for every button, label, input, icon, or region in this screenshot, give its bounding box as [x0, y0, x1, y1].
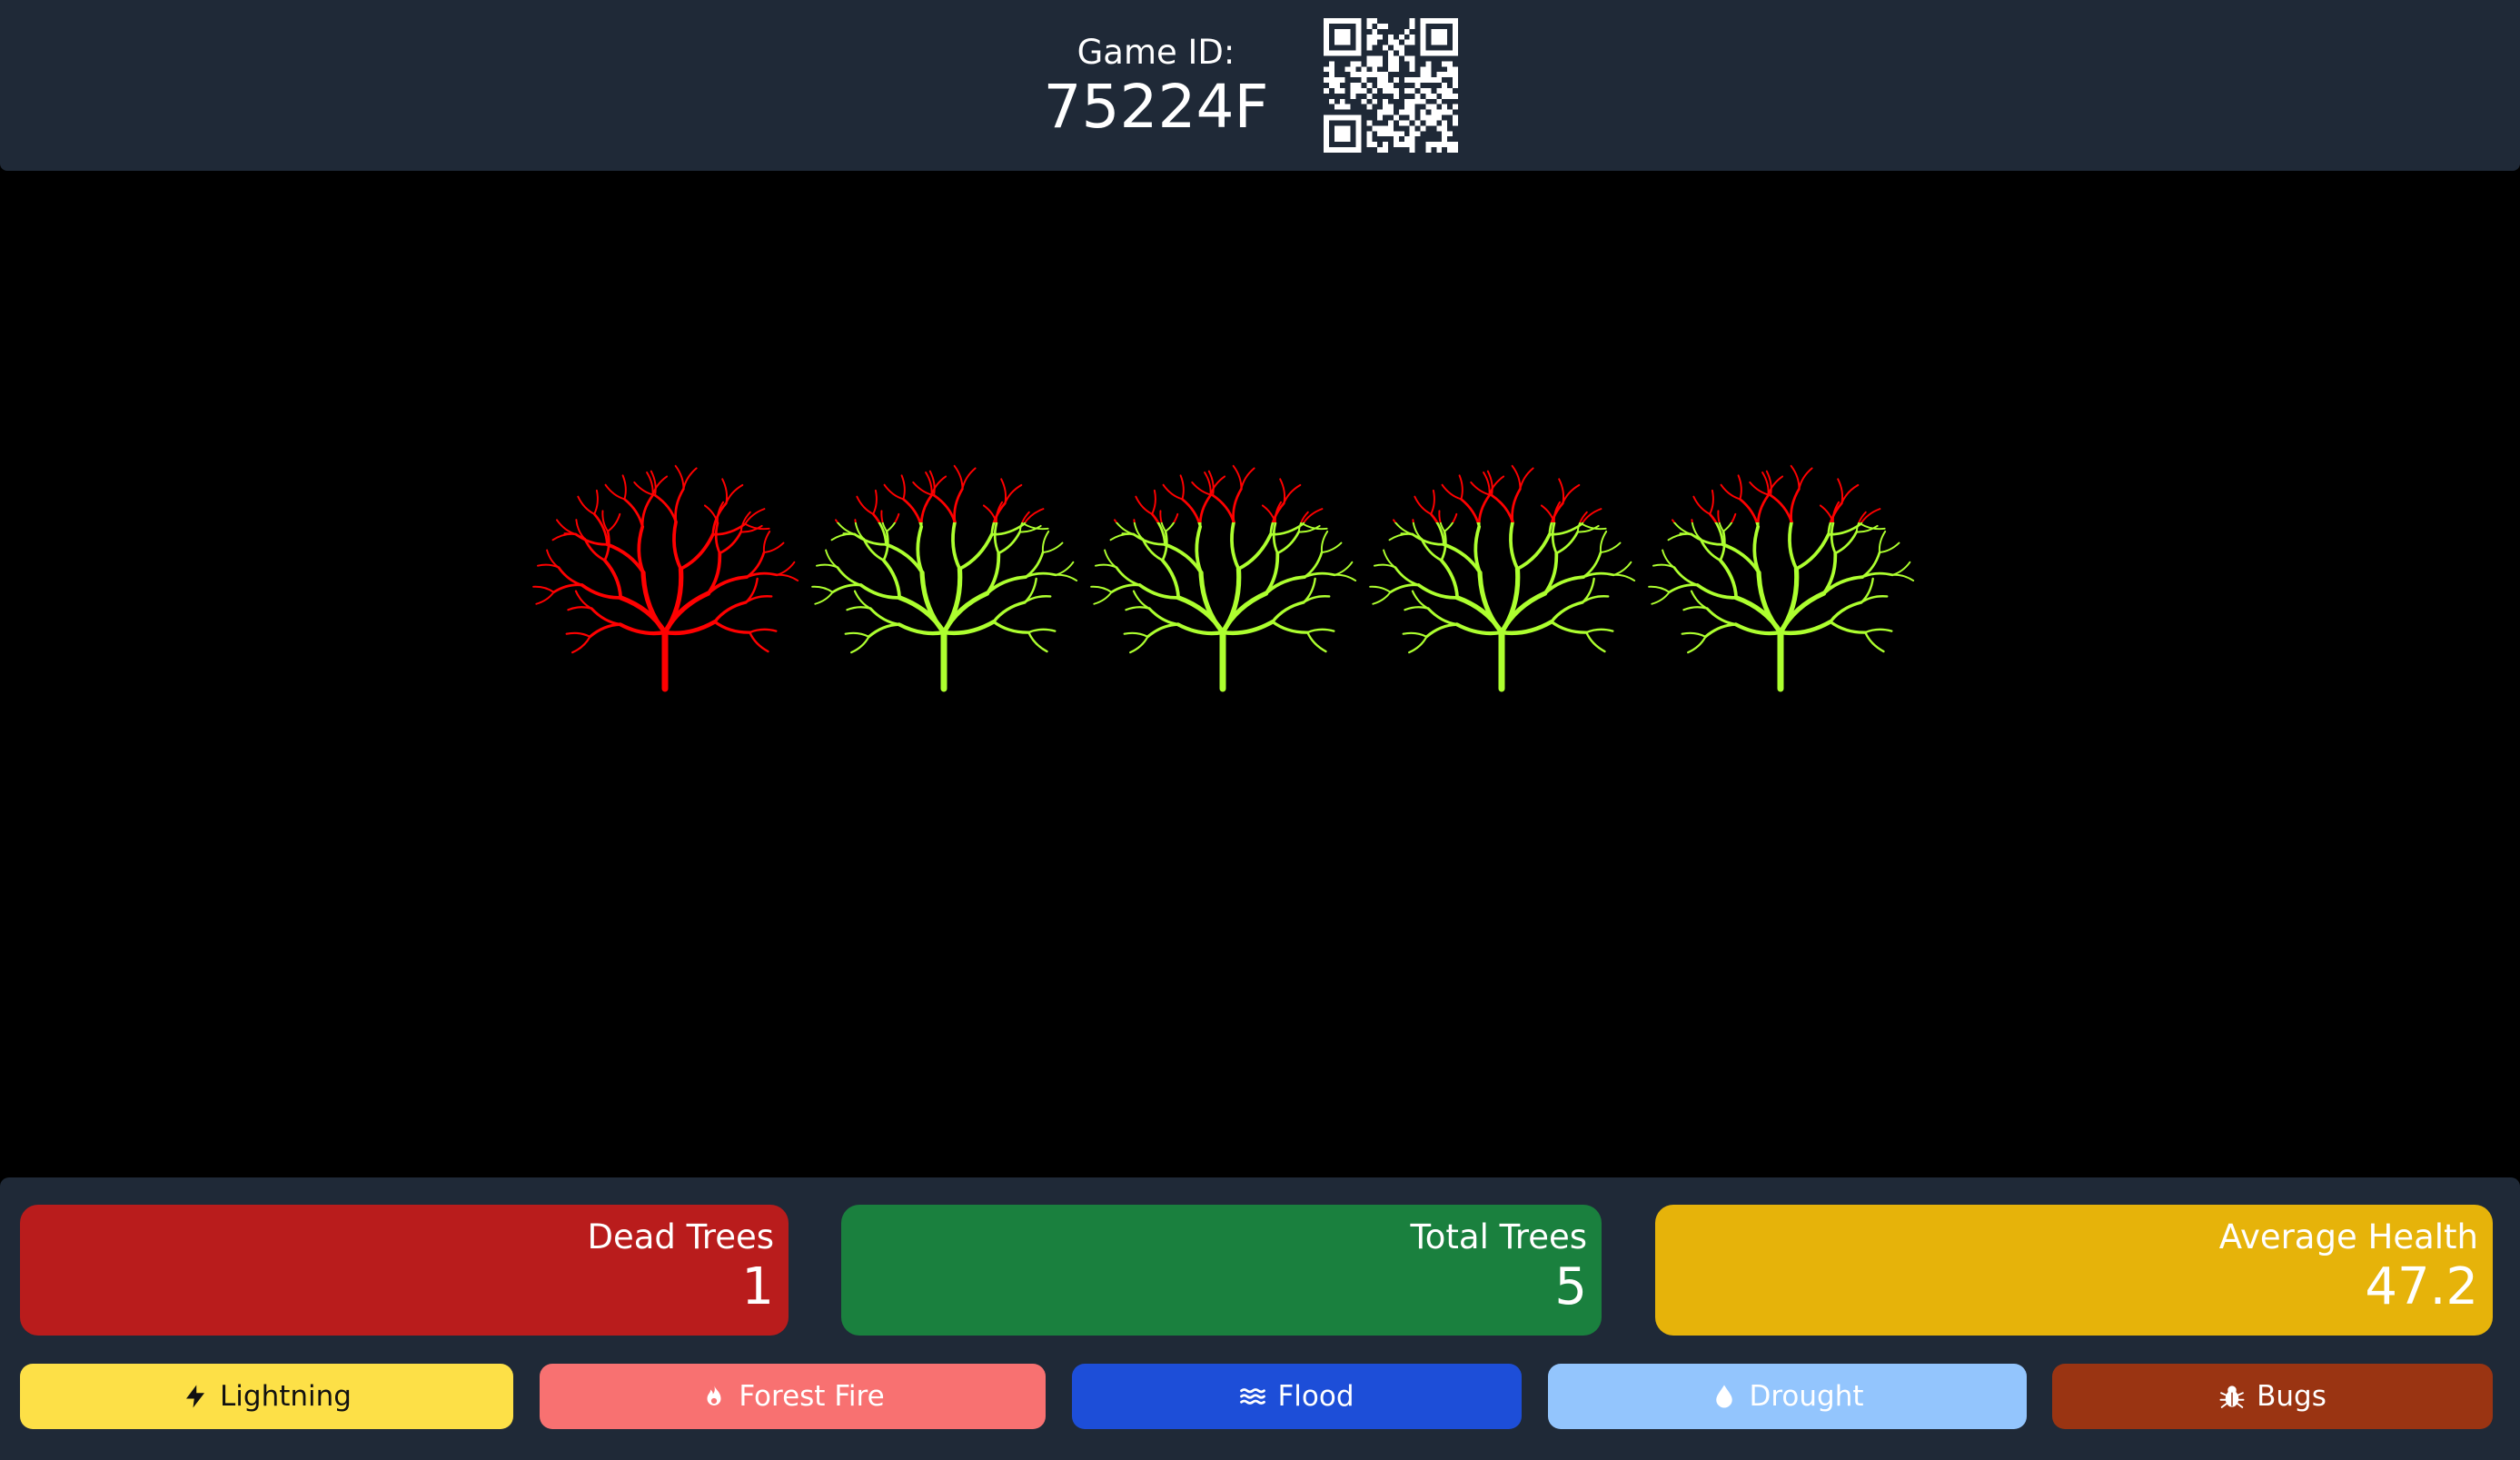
average-health-card: Average Health 47.2 [1655, 1205, 2493, 1336]
lightning-button[interactable]: Lightning [20, 1364, 513, 1429]
tree [1090, 464, 1357, 692]
dead-trees-value: 1 [741, 1257, 774, 1316]
tree [1648, 464, 1915, 692]
flame-icon [707, 1385, 721, 1405]
game-id-label: Game ID: [1076, 33, 1235, 72]
bolt-icon [186, 1385, 205, 1408]
total-trees-value: 5 [1554, 1257, 1587, 1316]
forest-fire-label: Forest Fire [739, 1380, 885, 1413]
game-id-value: 75224F [1043, 72, 1269, 142]
average-health-label: Average Health [2218, 1217, 2478, 1256]
drought-button[interactable]: Drought [1548, 1364, 2027, 1429]
forest-stage [0, 171, 2520, 1177]
game-header: Game ID: 75224F [0, 0, 2520, 171]
droplet-icon [1716, 1385, 1733, 1408]
tree [532, 464, 799, 692]
bugs-label: Bugs [2257, 1380, 2327, 1413]
dead-trees-label: Dead Trees [587, 1217, 774, 1256]
total-trees-card: Total Trees 5 [841, 1205, 1602, 1336]
bug-icon [2219, 1386, 2245, 1408]
flood-label: Flood [1277, 1380, 1354, 1413]
qr-code-icon[interactable] [1324, 18, 1458, 153]
control-panel: Dead Trees 1 Total Trees 5 Average Healt… [0, 1177, 2520, 1460]
forest-fire-button[interactable]: Forest Fire [540, 1364, 1046, 1429]
tree [1369, 464, 1636, 692]
bugs-button[interactable]: Bugs [2052, 1364, 2493, 1429]
waves-icon [1240, 1388, 1266, 1405]
flood-button[interactable]: Flood [1072, 1364, 1522, 1429]
total-trees-label: Total Trees [1410, 1217, 1587, 1256]
tree [811, 464, 1078, 692]
average-health-value: 47.2 [2365, 1257, 2478, 1316]
drought-label: Drought [1749, 1380, 1864, 1413]
dead-trees-card: Dead Trees 1 [20, 1205, 789, 1336]
lightning-label: Lightning [220, 1380, 352, 1413]
